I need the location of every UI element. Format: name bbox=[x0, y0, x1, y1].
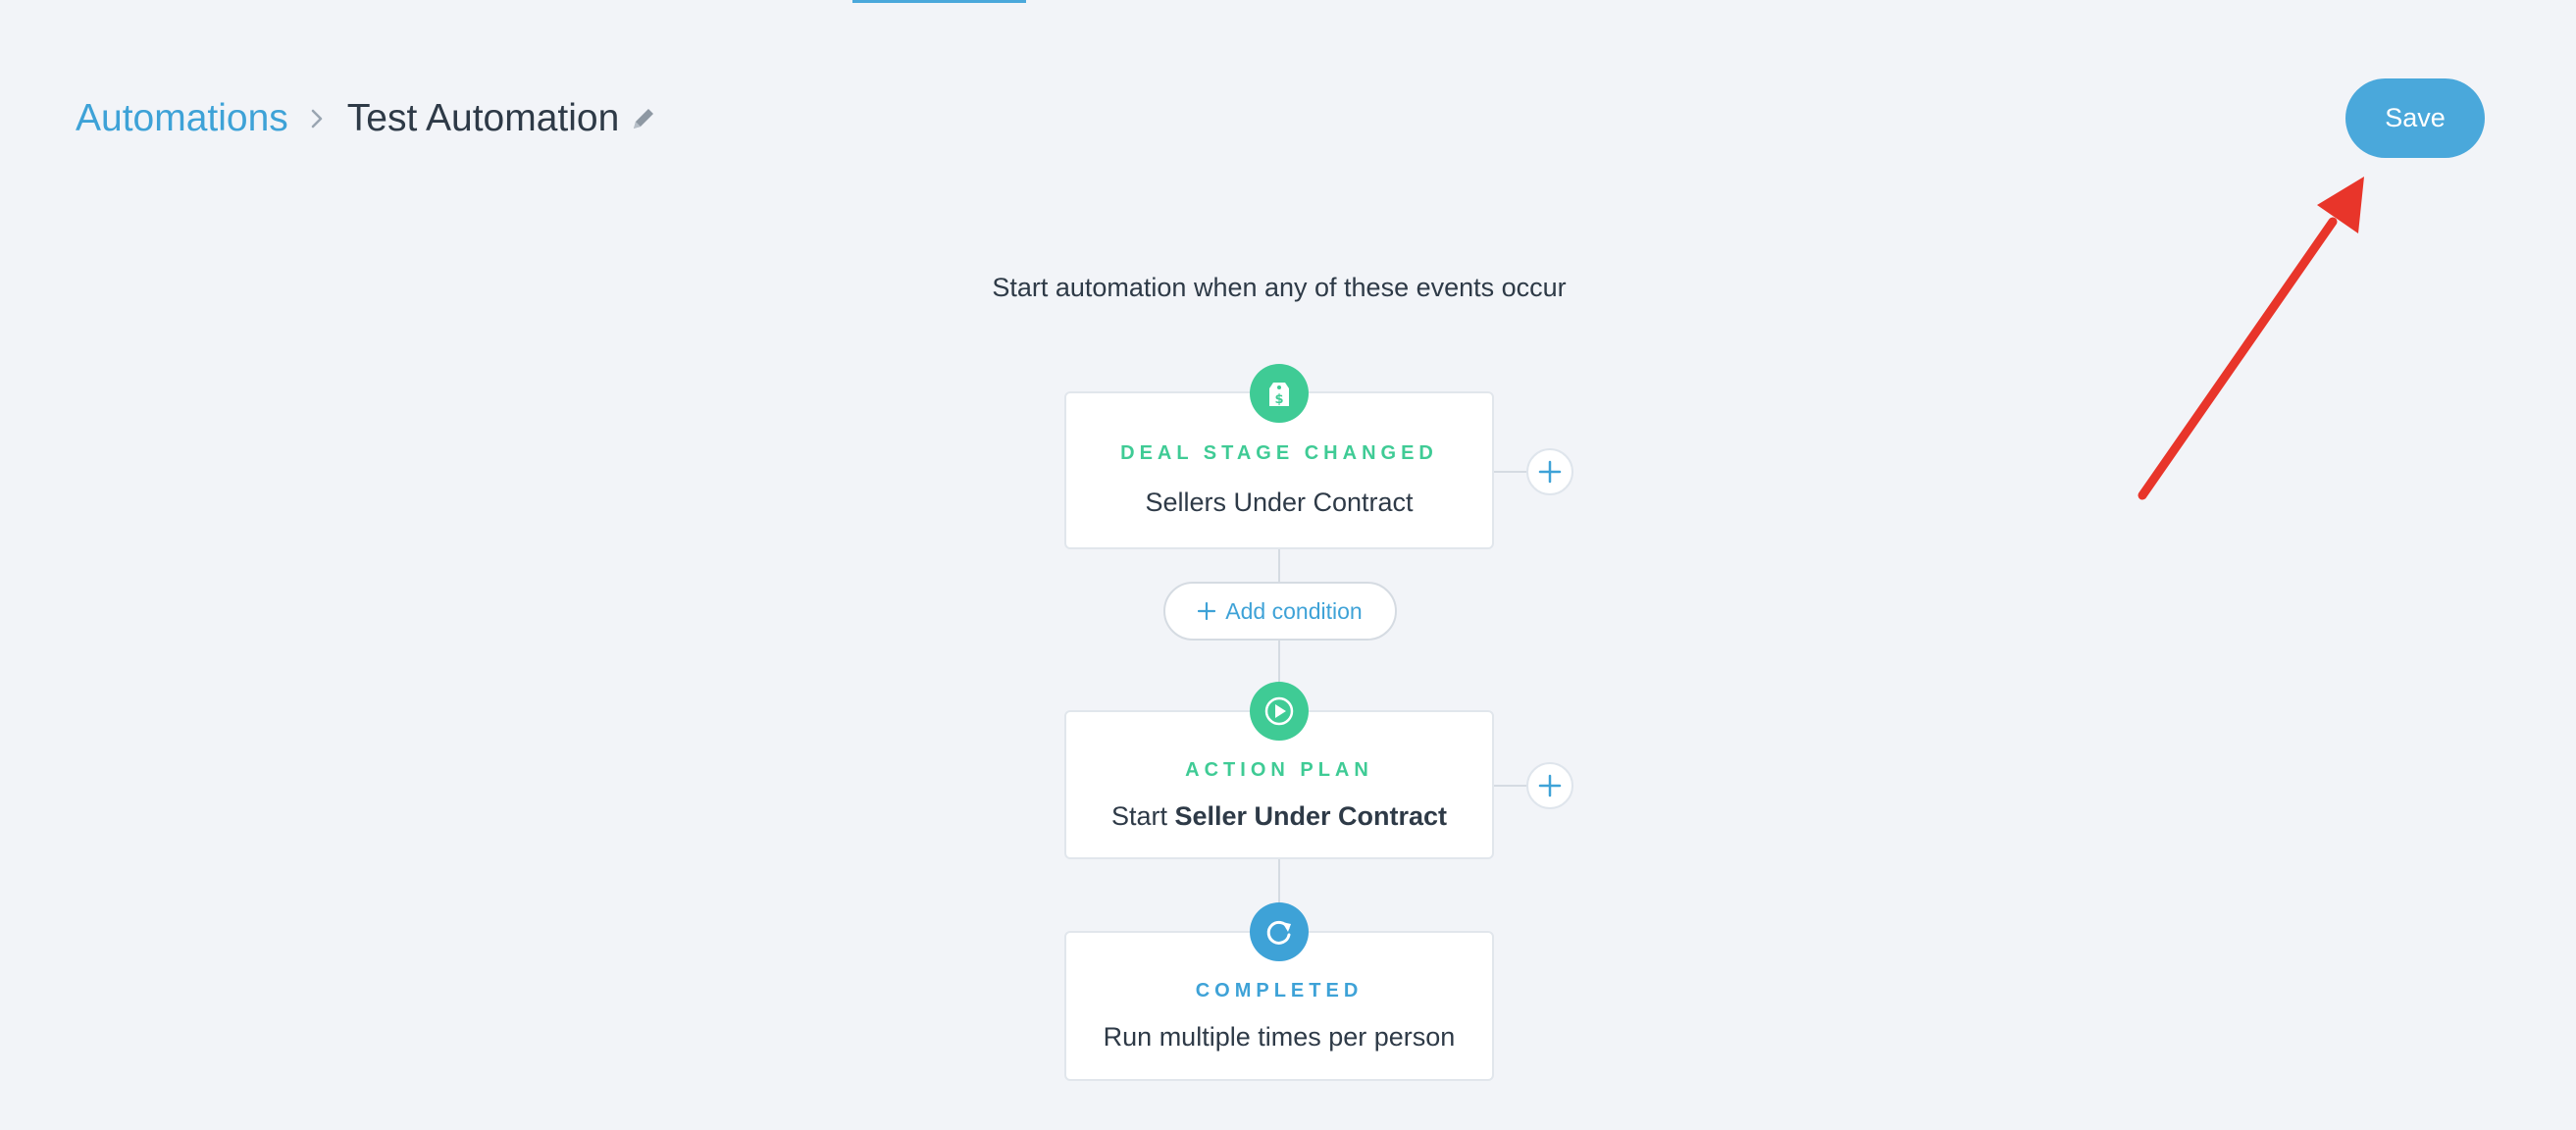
active-tab-indicator bbox=[852, 0, 1026, 3]
action-plan-name: Seller Under Contract bbox=[1174, 801, 1448, 831]
connector-line bbox=[1494, 785, 1527, 787]
chevron-right-icon bbox=[310, 108, 324, 129]
add-trigger-button[interactable] bbox=[1526, 448, 1573, 495]
deal-tag-icon: $ bbox=[1250, 364, 1309, 423]
action-type-label: ACTION PLAN bbox=[1185, 759, 1373, 781]
completed-type-label: COMPLETED bbox=[1195, 980, 1364, 1002]
plus-icon bbox=[1538, 460, 1562, 484]
page-title: Test Automation bbox=[346, 97, 620, 139]
action-detail: Start Seller Under Contract bbox=[1066, 801, 1492, 832]
connector-line bbox=[1494, 471, 1527, 473]
connector-line bbox=[1278, 641, 1280, 683]
plus-icon bbox=[1538, 774, 1562, 797]
save-button[interactable]: Save bbox=[2345, 78, 2485, 158]
trigger-type-label: DEAL STAGE CHANGED bbox=[1120, 442, 1438, 464]
breadcrumb: Automations Test Automation bbox=[76, 93, 658, 144]
play-icon bbox=[1250, 682, 1309, 741]
action-detail-prefix: Start bbox=[1110, 801, 1167, 831]
pencil-icon[interactable] bbox=[629, 104, 658, 133]
connector-line bbox=[1278, 859, 1280, 905]
flow-heading: Start automation when any of these event… bbox=[992, 273, 1567, 302]
breadcrumb-automations-link[interactable]: Automations bbox=[76, 97, 288, 140]
add-action-button[interactable] bbox=[1526, 762, 1573, 809]
plus-icon bbox=[1198, 602, 1216, 620]
add-condition-button[interactable]: Add condition bbox=[1163, 582, 1397, 641]
refresh-icon bbox=[1250, 902, 1309, 961]
add-condition-label: Add condition bbox=[1225, 597, 1363, 624]
completed-detail: Run multiple times per person bbox=[1103, 1022, 1456, 1052]
svg-text:$: $ bbox=[1274, 392, 1283, 407]
connector-line bbox=[1278, 549, 1280, 582]
trigger-detail: Sellers Under Contract bbox=[1145, 488, 1414, 517]
